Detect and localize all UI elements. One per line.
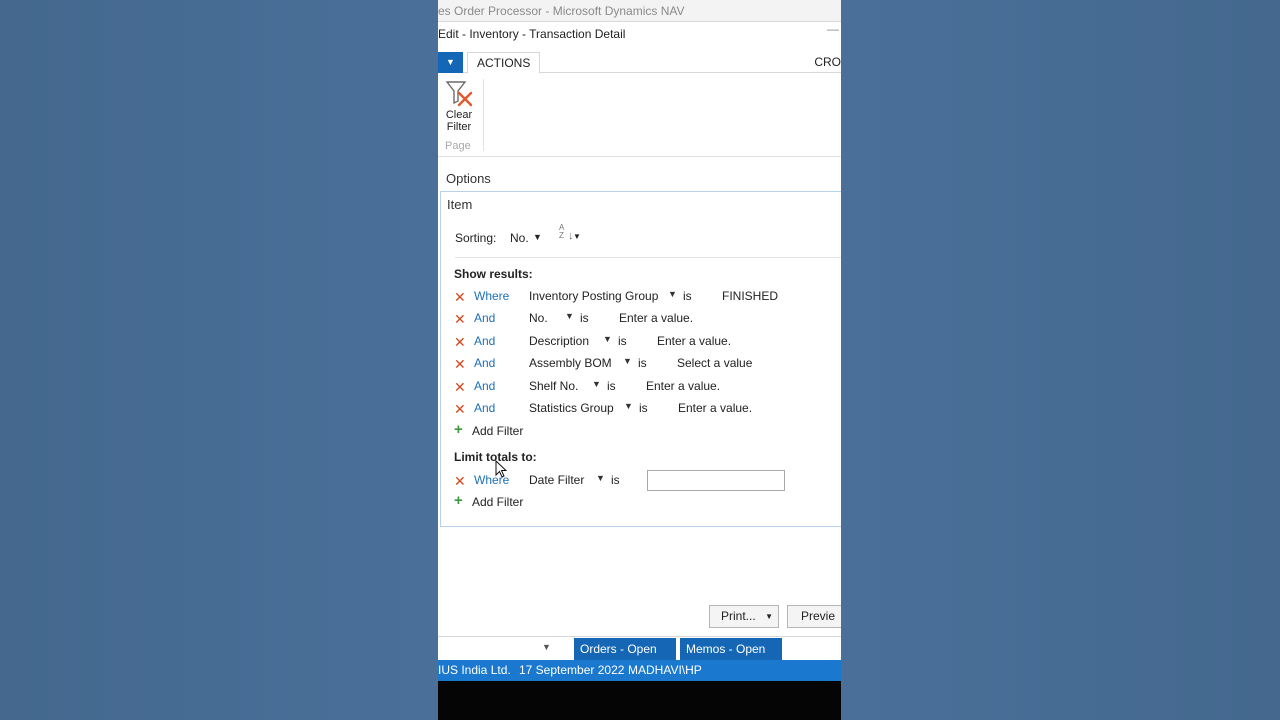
ribbon-group-label: Page [445,140,471,152]
filter-row: ✕ And No. ▼ is Enter a value. [454,311,841,327]
dialog-title: Edit - Inventory - Transaction Detail [438,27,626,41]
filter-field[interactable]: Description [529,334,589,348]
remove-filter-icon[interactable]: ✕ [454,356,466,373]
nav-application-window: es Order Processor - Microsoft Dynamics … [438,0,841,720]
status-user: MADHAVI\HP [628,663,702,677]
ribbon-group-divider [483,79,484,151]
filter-field[interactable]: Shelf No. [529,379,578,393]
blurred-backdrop-left [0,0,438,720]
filter-keyword: And [474,379,496,393]
sort-direction-dropdown-icon[interactable]: ▼ [573,232,581,241]
filter-value[interactable]: Enter a value. [619,311,693,325]
print-button[interactable]: Print... ▼ [709,605,779,628]
status-bar: IUS India Ltd. 17 September 2022 MADHAVI… [438,660,841,681]
minimize-icon[interactable]: — [827,22,839,36]
filter-value[interactable]: Enter a value. [678,401,752,415]
filter-value[interactable]: Select a value [677,356,752,370]
filter-operator: is [607,379,616,393]
screen-bottom-bar [438,681,841,720]
filter-operator: is [618,334,627,348]
filter-keyword: And [474,401,496,415]
show-results-heading: Show results: [454,267,533,281]
plus-icon: + [454,421,463,438]
filter-keyword: And [474,356,496,370]
sorting-divider [455,257,841,258]
filter-field[interactable]: Date Filter [529,473,584,487]
filter-keyword: And [474,334,496,348]
background-tile-memos[interactable]: Memos - Open [680,638,782,660]
tab-cro[interactable]: CRO [814,52,841,73]
remove-filter-icon[interactable]: ✕ [454,401,466,418]
background-window-strip: ▼ Orders - Open Memos - Open [438,636,841,660]
filter-operator: is [580,311,589,325]
filter-row: ✕ And Assembly BOM ▼ is Select a value [454,356,841,372]
filter-operator: is [639,401,648,415]
sorting-value[interactable]: No. [510,231,529,245]
remove-filter-icon[interactable]: ✕ [454,379,466,396]
filter-field-dropdown-icon[interactable]: ▼ [623,356,632,366]
filter-operator: is [611,473,620,487]
filter-operator: is [638,356,647,370]
sorting-label: Sorting: [455,231,497,245]
remove-filter-icon[interactable]: ✕ [454,289,466,306]
filter-field[interactable]: No. [529,311,548,325]
remove-filter-icon[interactable]: ✕ [454,473,466,490]
filter-field-dropdown-icon[interactable]: ▼ [592,379,601,389]
filter-row: ✕ And Description ▼ is Enter a value. [454,334,841,350]
add-filter-label: Add Filter [472,495,524,509]
window-title: es Order Processor - Microsoft Dynamics … [438,4,685,18]
clear-filter-icon [445,81,473,107]
mouse-cursor-icon [495,460,507,478]
options-heading: Options [446,171,491,186]
ribbon-home-dropdown-button[interactable]: ▼ [438,52,463,73]
chevron-down-icon[interactable]: ▼ [542,642,551,652]
filter-field-dropdown-icon[interactable]: ▼ [668,289,677,299]
print-button-label: Print... [721,609,756,623]
preview-button[interactable]: Previe [787,605,841,628]
item-section-heading: Item [447,197,473,212]
filter-row: ✕ Where Inventory Posting Group ▼ is FIN… [454,289,841,305]
filter-field[interactable]: Inventory Posting Group [529,289,658,303]
blurred-backdrop-right [841,0,1280,720]
window-titlebar: es Order Processor - Microsoft Dynamics … [438,0,841,22]
background-tile-orders[interactable]: Orders - Open [574,638,676,660]
clear-filter-label-line2: Filter [446,121,472,133]
tab-actions[interactable]: ACTIONS [467,52,541,74]
ribbon-body: Clear Filter Page [438,73,841,157]
filter-keyword: And [474,311,496,325]
filter-field[interactable]: Assembly BOM [529,356,612,370]
filter-field-dropdown-icon[interactable]: ▼ [596,473,605,483]
filter-operator: is [683,289,692,303]
status-work-date: 17 September 2022 [519,663,625,677]
filter-value[interactable]: Enter a value. [657,334,731,348]
filter-row: ✕ And Shelf No. ▼ is Enter a value. [454,379,841,395]
status-company: IUS India Ltd. [438,663,511,677]
sorting-dropdown-icon[interactable]: ▼ [533,232,542,242]
filter-value[interactable]: FINISHED [722,289,778,303]
ribbon-tab-strip: ▼ ACTIONS CRO [438,52,841,74]
remove-filter-icon[interactable]: ✕ [454,334,466,351]
remove-filter-icon[interactable]: ✕ [454,311,466,328]
clear-filter-label-line1: Clear [445,109,473,121]
add-filter-label: Add Filter [472,424,524,438]
print-dropdown-icon[interactable]: ▼ [765,606,773,627]
preview-button-label: Previe [801,609,836,623]
filter-row: ✕ And Statistics Group ▼ is Enter a valu… [454,401,841,417]
chevron-down-icon: ▼ [446,57,455,67]
date-filter-input[interactable] [647,470,785,491]
plus-icon: + [454,492,463,509]
filter-keyword: Where [474,289,510,303]
filter-value[interactable]: Enter a value. [646,379,720,393]
filter-field[interactable]: Statistics Group [529,401,614,415]
filter-field-dropdown-icon[interactable]: ▼ [565,311,574,321]
filter-field-dropdown-icon[interactable]: ▼ [624,401,633,411]
sort-direction-icon[interactable]: A Z [559,224,568,240]
filter-field-dropdown-icon[interactable]: ▼ [603,334,612,344]
options-panel: Item Sorting: No. ▼ A Z ↓ ▼ Show results… [440,191,841,527]
clear-filter-button[interactable]: Clear Filter [441,79,477,133]
